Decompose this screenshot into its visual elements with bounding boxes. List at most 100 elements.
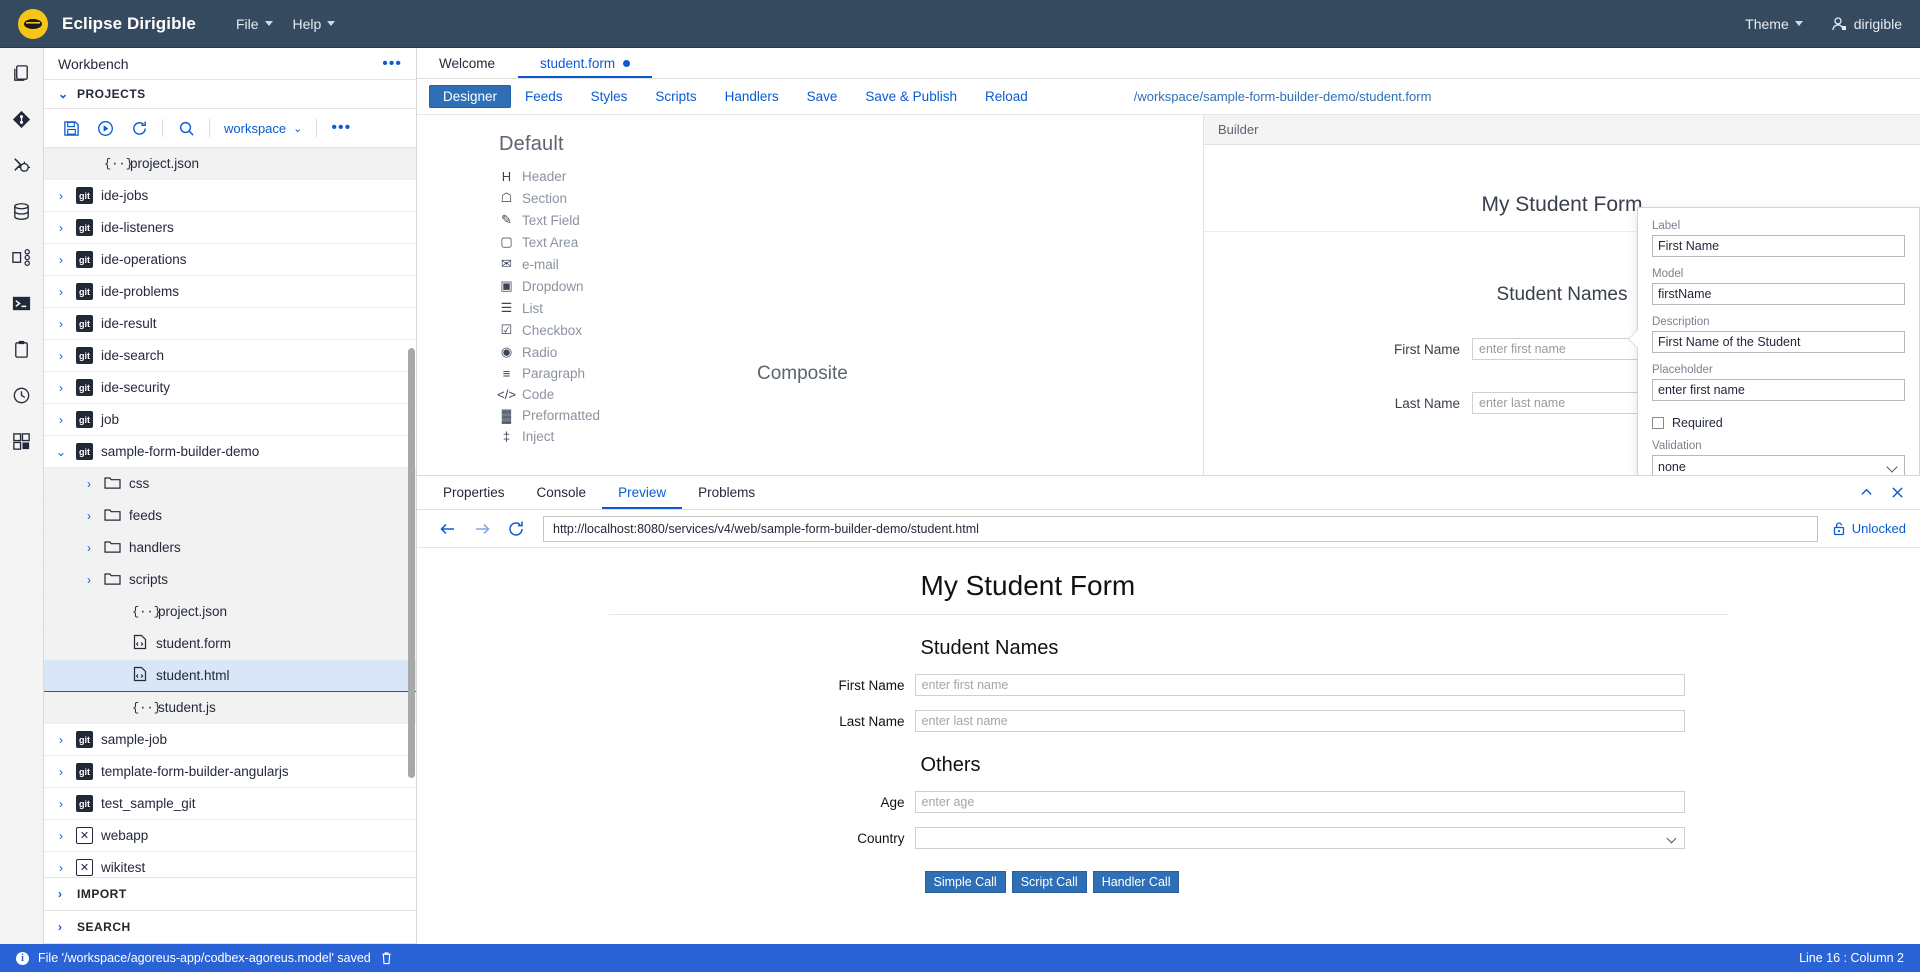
explorer-more-icon[interactable]: ••• — [382, 55, 402, 72]
extensions-icon[interactable] — [7, 426, 37, 456]
last-name-input[interactable]: enter last name — [914, 710, 1685, 732]
database-icon[interactable] — [7, 196, 37, 226]
tree-item-project-json[interactable]: {··} project.json — [44, 148, 416, 180]
tree-item-ide-jobs[interactable]: › git ide-jobs — [44, 180, 416, 212]
search-icon[interactable] — [169, 115, 203, 141]
tree-item-job[interactable]: › git job — [44, 404, 416, 436]
trash-icon[interactable] — [380, 951, 393, 965]
palette-item-radio[interactable]: ◉ Radio — [499, 341, 600, 363]
model-input[interactable] — [1652, 283, 1905, 305]
debug-icon[interactable] — [7, 150, 37, 180]
tree-item-webapp[interactable]: › ✕ webapp — [44, 820, 416, 852]
registry-icon[interactable] — [7, 334, 37, 364]
chevron-right-icon[interactable]: › — [54, 189, 68, 203]
workspace-selector[interactable]: workspace ⌄ — [216, 118, 310, 139]
palette-item-dropdown[interactable]: ▣ Dropdown — [499, 275, 600, 297]
designer-action-scripts[interactable]: Scripts — [641, 85, 710, 108]
chevron-right-icon[interactable]: › — [54, 349, 68, 363]
simple-call-button[interactable]: Simple Call — [924, 871, 1006, 893]
required-checkbox-row[interactable]: Required — [1652, 416, 1905, 430]
description-input[interactable] — [1652, 331, 1905, 353]
tree-item-ide-listeners[interactable]: › git ide-listeners — [44, 212, 416, 244]
save-icon[interactable] — [54, 115, 88, 141]
palette-item-text-area[interactable]: ▢ Text Area — [499, 231, 600, 253]
modeler-icon[interactable] — [7, 242, 37, 272]
url-input[interactable]: http://localhost:8080/services/v4/web/sa… — [543, 515, 1818, 542]
tree-item-scripts[interactable]: › scripts — [44, 564, 416, 596]
explorer-toolbar-more-icon[interactable]: ••• — [323, 120, 359, 136]
tree-item-student-html[interactable]: student.html — [44, 660, 416, 692]
projects-section-header[interactable]: ⌄ PROJECTS — [44, 80, 416, 109]
workbench-icon[interactable] — [7, 58, 37, 88]
tree-item-template-form-builder-angularjs[interactable]: › git template-form-builder-angularjs — [44, 756, 416, 788]
theme-menu[interactable]: Theme — [1735, 12, 1813, 36]
palette-item-list[interactable]: ☰ List — [499, 297, 600, 319]
refresh-icon[interactable] — [499, 516, 533, 542]
designer-action-save[interactable]: Save — [793, 85, 852, 108]
tree-item-project-json[interactable]: {··} project.json — [44, 596, 416, 628]
tree-item-handlers[interactable]: › handlers — [44, 532, 416, 564]
first-name-input[interactable]: enter first name — [914, 674, 1685, 696]
palette-item-paragraph[interactable]: ≡ Paragraph — [499, 363, 600, 384]
lock-status[interactable]: Unlocked — [1818, 521, 1906, 536]
designer-action-styles[interactable]: Styles — [577, 85, 642, 108]
chevron-up-icon[interactable] — [1860, 486, 1873, 499]
designer-action-reload[interactable]: Reload — [971, 85, 1042, 108]
refresh-icon[interactable] — [122, 115, 156, 141]
chevron-down-icon[interactable]: ⌄ — [54, 445, 68, 459]
palette-item-checkbox[interactable]: ☑ Checkbox — [499, 319, 600, 341]
palette-item-inject[interactable]: ‡ Inject — [499, 426, 600, 447]
country-select[interactable] — [914, 827, 1685, 849]
tree-item-sample-job[interactable]: › git sample-job — [44, 724, 416, 756]
tree-item-ide-problems[interactable]: › git ide-problems — [44, 276, 416, 308]
chevron-right-icon[interactable]: › — [54, 829, 68, 843]
chevron-right-icon[interactable]: › — [54, 221, 68, 235]
chevron-right-icon[interactable]: › — [82, 573, 96, 587]
tree-item-sample-form-builder-demo[interactable]: ⌄ git sample-form-builder-demo — [44, 436, 416, 468]
palette-item-code[interactable]: </> Code — [497, 384, 600, 405]
arrow-right-icon[interactable] — [465, 516, 499, 542]
age-input[interactable]: enter age — [914, 791, 1685, 813]
chevron-right-icon[interactable]: › — [54, 733, 68, 747]
handler-call-button[interactable]: Handler Call — [1092, 871, 1180, 893]
script-call-button[interactable]: Script Call — [1011, 871, 1087, 893]
tree-item-test-sample-git[interactable]: › git test_sample_git — [44, 788, 416, 820]
palette-item-text-field[interactable]: ✎ Text Field — [499, 209, 600, 231]
import-section-header[interactable]: › IMPORT — [44, 878, 416, 911]
placeholder-input[interactable] — [1652, 379, 1905, 401]
bottom-tab-preview[interactable]: Preview — [602, 476, 682, 509]
explorer-scrollbar[interactable] — [408, 348, 415, 778]
editor-tab-student-form[interactable]: student.form — [518, 48, 653, 78]
preview-frame[interactable]: My Student Form Student Names First Name… — [417, 548, 1920, 944]
palette-item-e-mail[interactable]: ✉ e-mail — [499, 253, 600, 275]
palette-item-header[interactable]: H Header — [499, 166, 600, 187]
chevron-right-icon[interactable]: › — [82, 509, 96, 523]
designer-action-save-publish[interactable]: Save & Publish — [851, 85, 971, 108]
tree-item-student-form[interactable]: student.form — [44, 628, 416, 660]
required-checkbox[interactable] — [1652, 417, 1664, 429]
editor-tab-welcome[interactable]: Welcome — [417, 48, 518, 78]
chevron-right-icon[interactable]: › — [54, 797, 68, 811]
chevron-right-icon[interactable]: › — [54, 381, 68, 395]
close-icon[interactable] — [1891, 486, 1904, 499]
tree-item-ide-security[interactable]: › git ide-security — [44, 372, 416, 404]
menu-help[interactable]: Help — [283, 12, 346, 36]
tree-item-css[interactable]: › css — [44, 468, 416, 500]
search-section-header[interactable]: › SEARCH — [44, 911, 416, 944]
designer-action-designer[interactable]: Designer — [429, 85, 512, 108]
palette-item-section[interactable]: ☖ Section — [499, 187, 600, 209]
bottom-tab-problems[interactable]: Problems — [682, 476, 771, 509]
tree-item-wikitest[interactable]: › ✕ wikitest — [44, 852, 416, 877]
designer-action-handlers[interactable]: Handlers — [711, 85, 793, 108]
chevron-right-icon[interactable]: › — [54, 765, 68, 779]
bottom-tab-properties[interactable]: Properties — [427, 476, 521, 509]
validation-select[interactable]: none — [1652, 455, 1905, 475]
chevron-right-icon[interactable]: › — [54, 285, 68, 299]
user-menu[interactable]: dirigible — [1831, 16, 1902, 32]
tree-item-feeds[interactable]: › feeds — [44, 500, 416, 532]
chevron-right-icon[interactable]: › — [82, 541, 96, 555]
menu-file[interactable]: File — [226, 12, 283, 36]
terminal-icon[interactable] — [7, 288, 37, 318]
tree-item-ide-result[interactable]: › git ide-result — [44, 308, 416, 340]
chevron-right-icon[interactable]: › — [54, 413, 68, 427]
